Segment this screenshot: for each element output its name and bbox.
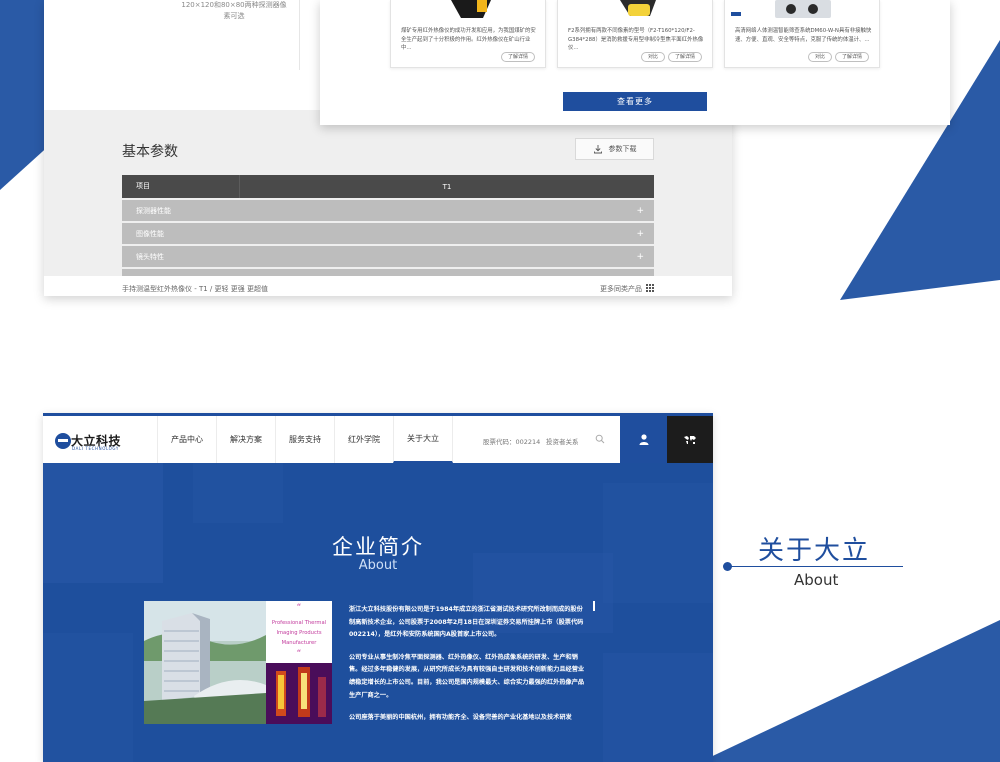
product-image [451,0,491,18]
menu-item-solutions[interactable]: 解决方案 [216,416,275,463]
investor-relations-link[interactable]: 投资者关系 [546,436,579,446]
grid-icon[interactable] [646,284,654,292]
world-map-icon [684,435,696,444]
product-description: 煤矿专用红外热像仪的成功开发和应用，为我国煤矿的安全生产起到了十分积极的作用。红… [401,28,536,51]
compare-button[interactable]: 对比 [640,52,665,62]
section-subtitle: About [358,558,398,573]
product-name-footer: 手持测温型红外热像仪 - T1 / 更轻 更强 更超值 [122,285,268,293]
product-actions: 了解详情 [500,52,535,62]
product-description: F2系列拥有两款不同像素的型号（F2-T160*120/F2-G384*288）… [568,28,704,51]
user-icon [639,434,648,445]
params-table-header: 项目 T1 [122,175,654,198]
bg-texture [193,463,283,523]
expand-icon[interactable]: + [636,252,644,262]
expand-icon[interactable]: + [636,206,644,216]
company-intro: 浙江大立科技股份有限公司是于1984年成立的浙江省测试技术研究所改制而成的股份制… [349,604,587,735]
more-similar-link[interactable]: 更多同类产品 [600,284,642,294]
params-row-lens[interactable]: 镜头特性 + [122,246,654,267]
user-button[interactable] [620,416,667,463]
sticky-footer-bar: 手持测温型红外热像仪 - T1 / 更轻 更强 更超值 更多同类产品 [44,276,732,296]
params-table: 项目 T1 探测器性能 + 图像性能 + 镜头特性 + [122,175,654,277]
about-label-cn: 关于大立 [758,536,871,566]
about-dot [723,562,732,571]
slogan-line-3: Manufacturer [281,640,317,646]
view-more-button[interactable]: 查看更多 [563,92,707,111]
logo-subtext: DALI TECHNOLOGY [72,446,119,451]
website-about-page: 大立科技 DALI TECHNOLOGY 产品中心 解决方案 服务支持 红外学院… [43,413,713,762]
logo-mark [55,433,71,449]
params-title: 基本参数 [122,144,178,160]
download-icon [593,145,602,154]
intro-paragraph-1: 浙江大立科技股份有限公司是于1984年成立的浙江省测试技术研究所改制而成的股份制… [349,606,584,639]
params-section: 基本参数 参数下载 项目 T1 探测器性能 + 图像性能 + 镜头特性 + [44,110,732,296]
detector-caption: 120×120和80×80两种探测器像 素可选 [144,0,324,22]
header-item: 项目 [122,175,240,198]
slogan-line-2: Imaging Products [276,630,322,636]
scrollbar[interactable] [593,601,595,611]
product-actions: 对比 了解详情 [640,52,702,62]
menu-item-support[interactable]: 服务支持 [275,416,334,463]
product-image [620,0,656,16]
quote-close: “ [296,649,302,659]
menu-item-academy[interactable]: 红外学院 [334,416,393,463]
caption-line-2: 素可选 [223,12,245,20]
card-slogan: Professional Thermal Imaging Products Ma… [266,618,332,648]
quote-open: “ [296,603,302,613]
bg-texture [603,653,713,762]
row-label: 图像性能 [136,229,164,238]
product-actions: 对比 了解详情 [807,52,869,62]
row-label: 镜头特性 [136,252,164,261]
divider [299,0,300,70]
params-row-image[interactable]: 图像性能 + [122,223,654,244]
stage: 120×120和80×80两种探测器像 素可选 基本参数 参数下载 项目 T1 … [0,0,1000,762]
header-model: T1 [442,182,452,191]
logo[interactable]: 大立科技 DALI TECHNOLOGY [55,432,139,452]
intro-paragraph-3: 公司座落于美丽的中国杭州，拥有功能齐全、设备完善的产业化基地以及技术研发 [349,714,572,722]
menu-item-about[interactable]: 关于大立 [393,416,453,463]
product-card[interactable]: 煤矿专用红外热像仪的成功开发和应用，为我国煤矿的安全生产起到了十分积极的作用。红… [390,0,546,68]
product-card[interactable]: 高清网络人体测温智能筛查系统DM60-W-N具有非接触快速、方便、直观、安全等特… [724,0,880,68]
about-label-en: About [794,571,839,589]
product-image [731,0,831,18]
top-nav: 大立科技 DALI TECHNOLOGY 产品中心 解决方案 服务支持 红外学院… [43,416,713,463]
caption-line-1: 120×120和80×80两种探测器像 [181,1,287,9]
thermal-image [266,663,332,724]
search-icon[interactable] [595,434,605,444]
about-underline [728,566,903,567]
intro-paragraph-2: 公司专业从事生制冷焦平面探测器、红外热像仪、红外热成像系统的研发、生产和销售。经… [349,653,585,699]
main-menu: 产品中心 解决方案 服务支持 红外学院 关于大立 [157,416,453,463]
details-button[interactable]: 了解详情 [500,52,535,62]
download-params-button[interactable]: 参数下载 [575,138,654,160]
details-button[interactable]: 了解详情 [834,52,869,62]
menu-item-products[interactable]: 产品中心 [157,416,216,463]
params-row-detector[interactable]: 探测器性能 + [122,200,654,221]
related-products-card: 煤矿专用红外热像仪的成功开发和应用，为我国煤矿的安全生产起到了十分积极的作用。红… [320,0,950,125]
stock-code: 股票代码：002214 [483,438,541,446]
expand-icon[interactable]: + [636,229,644,239]
product-card[interactable]: F2系列拥有两款不同像素的型号（F2-T160*120/F2-G384*288）… [557,0,713,68]
bg-texture [43,633,133,762]
row-label: 探测器性能 [136,206,171,215]
compare-button[interactable]: 对比 [807,52,832,62]
download-label: 参数下载 [608,145,637,153]
about-hero: 企业简介 About “ Professional Thermal Imagin… [43,463,713,762]
company-building-photo [144,601,266,724]
section-title: 企业简介 [332,535,424,559]
thermal-imaging-card: “ Professional Thermal Imaging Products … [266,601,332,724]
language-button[interactable] [667,416,713,463]
details-button[interactable]: 了解详情 [667,52,702,62]
slogan-line-1: Professional Thermal [271,620,327,626]
product-description: 高清网络人体测温智能筛查系统DM60-W-N具有非接触快速、方便、直观、安全等特… [735,28,872,43]
